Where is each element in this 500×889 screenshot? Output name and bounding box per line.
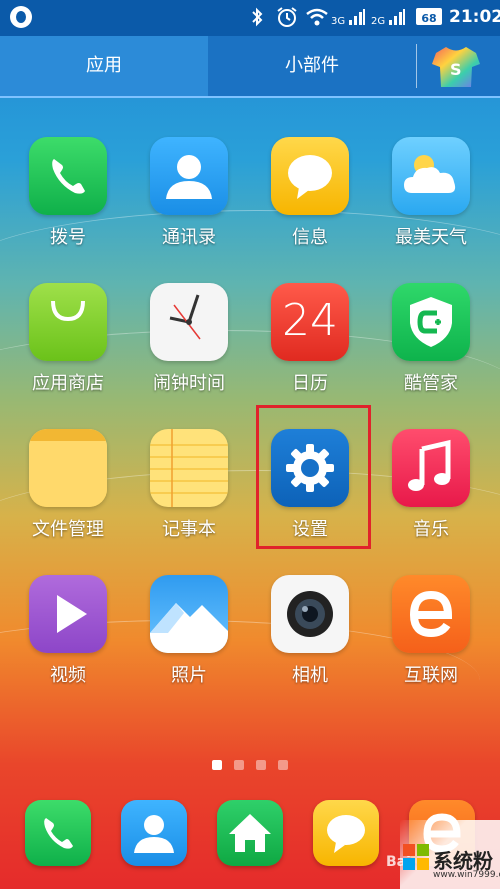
- app-weather[interactable]: 最美天气: [381, 137, 481, 249]
- weather-icon: [392, 137, 470, 215]
- app-photos[interactable]: 照片: [139, 575, 239, 687]
- browser-icon: [392, 575, 470, 653]
- watermark-url: www.win7999.com: [433, 870, 500, 880]
- theme-letter: S: [450, 60, 462, 79]
- app-browser[interactable]: 互联网: [381, 575, 481, 687]
- app-label: 视频: [50, 665, 86, 686]
- app-contacts[interactable]: 通讯录: [139, 137, 239, 249]
- contacts-icon: [150, 137, 228, 215]
- photos-icon: [150, 575, 228, 653]
- page-dot-2[interactable]: [234, 760, 244, 770]
- tab-divider: [416, 44, 417, 88]
- network-type-1: 3G: [331, 16, 346, 27]
- app-notepad[interactable]: 记事本: [139, 429, 239, 541]
- app-clock[interactable]: 闹钟时间: [139, 283, 239, 395]
- drawer-tab-bar: 应用 小部件 S: [0, 36, 500, 98]
- dock-contacts-icon[interactable]: [121, 800, 187, 866]
- app-label: 记事本: [162, 519, 216, 540]
- theme-button[interactable]: S: [430, 44, 482, 90]
- app-security[interactable]: 酷管家: [381, 283, 481, 395]
- tab-apps[interactable]: 应用: [0, 36, 208, 96]
- status-bar: 3G 2G 68 21:02: [0, 0, 500, 36]
- watermark: Bai 系统粉 www.win7999.com: [386, 820, 500, 889]
- app-store[interactable]: 应用商店: [18, 283, 118, 395]
- app-calendar[interactable]: 24 日历: [260, 283, 360, 395]
- app-label: 应用商店: [32, 373, 104, 394]
- signal-icon: [389, 9, 405, 25]
- app-phone[interactable]: 拨号: [18, 137, 118, 249]
- app-label: 信息: [292, 227, 328, 248]
- page-indicators: [212, 755, 300, 774]
- app-label: 音乐: [413, 519, 449, 540]
- notepad-icon: [150, 429, 228, 507]
- video-icon: [29, 575, 107, 653]
- app-logo-icon: [10, 6, 32, 28]
- app-label: 闹钟时间: [153, 373, 225, 394]
- wifi-icon: [306, 8, 328, 26]
- tab-widgets[interactable]: 小部件: [208, 36, 416, 96]
- app-messages[interactable]: 信息: [260, 137, 360, 249]
- dock-message-icon[interactable]: [313, 800, 379, 866]
- app-label: 照片: [171, 665, 207, 686]
- bluetooth-icon: [252, 7, 263, 27]
- app-label: 酷管家: [404, 373, 458, 394]
- dock-phone-icon[interactable]: [25, 800, 91, 866]
- folder-icon: [29, 429, 107, 507]
- battery-icon: 68: [416, 8, 442, 25]
- app-label: 相机: [292, 665, 328, 686]
- clock-time: 21:02: [449, 7, 500, 27]
- app-store-icon: [29, 283, 107, 361]
- signal-icon: [349, 9, 365, 25]
- app-label: 通讯录: [162, 227, 216, 248]
- app-label: 拨号: [50, 227, 86, 248]
- page-dot-4[interactable]: [278, 760, 288, 770]
- app-files[interactable]: 文件管理: [18, 429, 118, 541]
- highlight-box: [256, 405, 371, 549]
- message-icon: [271, 137, 349, 215]
- app-camera[interactable]: 相机: [260, 575, 360, 687]
- page-dot-1[interactable]: [212, 760, 222, 770]
- page-dot-3[interactable]: [256, 760, 266, 770]
- app-label: 文件管理: [32, 519, 104, 540]
- alarm-icon: [277, 7, 297, 27]
- security-icon: [392, 283, 470, 361]
- music-icon: [392, 429, 470, 507]
- clock-icon: [150, 283, 228, 361]
- home-screen: 3G 2G 68 21:02 应用 小部件 S 拨号 通讯录 信息 最美天气 应…: [0, 0, 500, 889]
- app-music[interactable]: 音乐: [381, 429, 481, 541]
- tab-underline: [0, 96, 500, 98]
- calendar-icon: 24: [271, 283, 349, 361]
- app-label: 最美天气: [395, 227, 467, 248]
- camera-icon: [271, 575, 349, 653]
- windows-logo-icon: [403, 844, 429, 870]
- dock-home-icon[interactable]: [217, 800, 283, 866]
- app-label: 日历: [292, 373, 328, 394]
- phone-icon: [29, 137, 107, 215]
- app-video[interactable]: 视频: [18, 575, 118, 687]
- app-label: 互联网: [404, 665, 458, 686]
- calendar-day: 24: [282, 295, 338, 346]
- network-type-2: 2G: [371, 16, 386, 27]
